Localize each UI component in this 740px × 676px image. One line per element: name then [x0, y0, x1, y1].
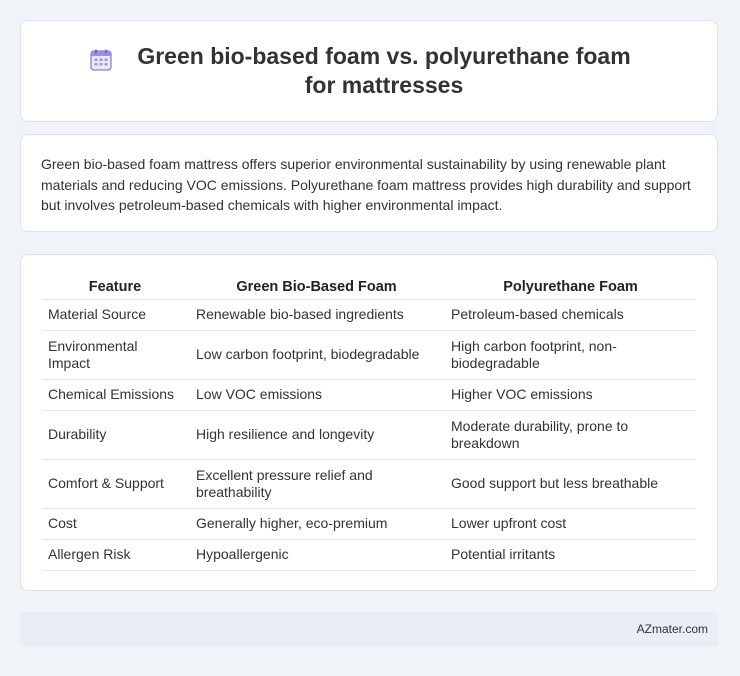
page-title: Green bio-based foam vs. polyurethane fo… — [137, 43, 631, 98]
bio-foam-cell: Renewable bio-based ingredients — [188, 300, 443, 331]
polyurethane-cell: Potential irritants — [443, 540, 696, 571]
polyurethane-cell: High carbon footprint, non-biodegradable — [443, 331, 696, 380]
table-row: Material Source Renewable bio-based ingr… — [42, 300, 696, 331]
feature-cell: Environmental Impact — [42, 331, 188, 380]
bio-foam-cell: High resilience and longevity — [188, 411, 443, 460]
bio-foam-cell: Low VOC emissions — [188, 380, 443, 411]
title-card: Green bio-based foam vs. polyurethane fo… — [20, 20, 718, 122]
polyurethane-cell: Lower upfront cost — [443, 509, 696, 540]
footer-bar: AZmater.com — [20, 612, 718, 646]
header-feature: Feature — [42, 273, 188, 300]
bio-foam-cell: Generally higher, eco-premium — [188, 509, 443, 540]
polyurethane-cell: Petroleum-based chemicals — [443, 300, 696, 331]
table-row: Durability High resilience and longevity… — [42, 411, 696, 460]
summary-card: Green bio-based foam mattress offers sup… — [20, 134, 718, 232]
table-row: Cost Generally higher, eco-premium Lower… — [42, 509, 696, 540]
table-row: Environmental Impact Low carbon footprin… — [42, 331, 696, 380]
table-header-row: Feature Green Bio-Based Foam Polyurethan… — [42, 273, 696, 300]
feature-cell: Chemical Emissions — [42, 380, 188, 411]
summary-text: Green bio-based foam mattress offers sup… — [41, 156, 691, 213]
bio-foam-cell: Excellent pressure relief and breathabil… — [188, 460, 443, 509]
table-row: Comfort & Support Excellent pressure rel… — [42, 460, 696, 509]
feature-cell: Allergen Risk — [42, 540, 188, 571]
table-row: Chemical Emissions Low VOC emissions Hig… — [42, 380, 696, 411]
bio-foam-cell: Low carbon footprint, biodegradable — [188, 331, 443, 380]
calendar-icon — [90, 49, 112, 71]
header-polyurethane-foam: Polyurethane Foam — [443, 273, 696, 300]
feature-cell: Cost — [42, 509, 188, 540]
title-wrap: Green bio-based foam vs. polyurethane fo… — [89, 42, 649, 100]
feature-cell: Durability — [42, 411, 188, 460]
bio-foam-cell: Hypoallergenic — [188, 540, 443, 571]
header-green-bio-based-foam: Green Bio-Based Foam — [188, 273, 443, 300]
feature-cell: Material Source — [42, 300, 188, 331]
comparison-table: Feature Green Bio-Based Foam Polyurethan… — [42, 273, 696, 571]
source-label: AZmater.com — [636, 622, 708, 636]
feature-cell: Comfort & Support — [42, 460, 188, 509]
polyurethane-cell: Good support but less breathable — [443, 460, 696, 509]
comparison-table-card: Feature Green Bio-Based Foam Polyurethan… — [20, 254, 718, 591]
polyurethane-cell: Higher VOC emissions — [443, 380, 696, 411]
polyurethane-cell: Moderate durability, prone to breakdown — [443, 411, 696, 460]
table-row: Allergen Risk Hypoallergenic Potential i… — [42, 540, 696, 571]
